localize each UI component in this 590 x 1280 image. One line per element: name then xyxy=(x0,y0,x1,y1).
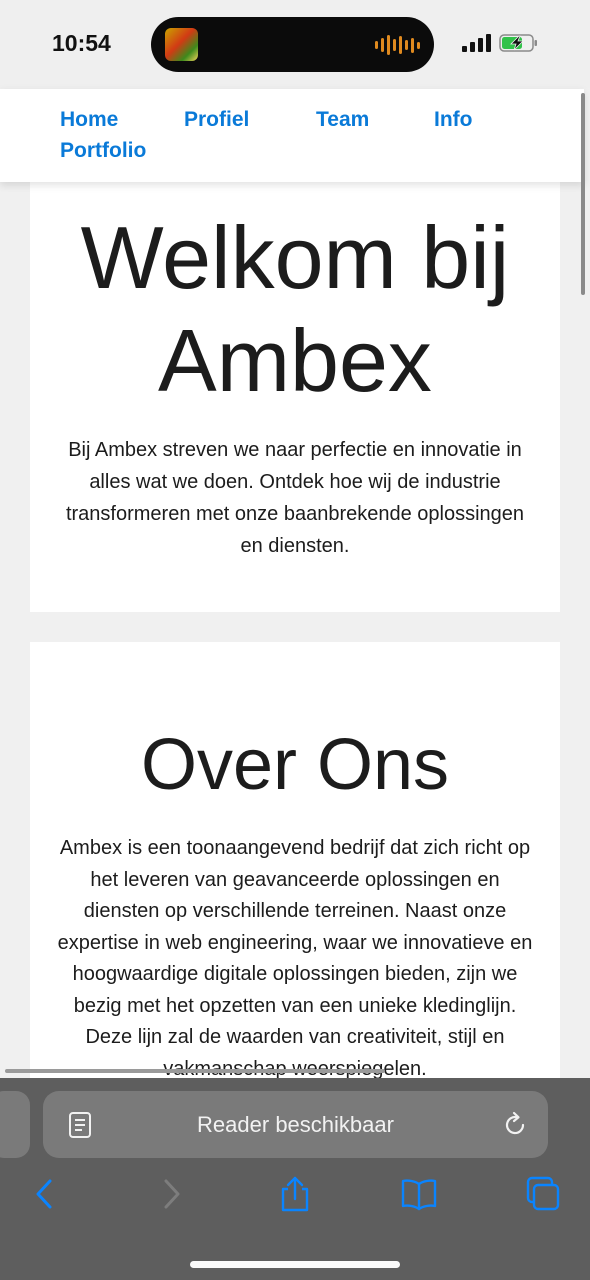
now-playing-artwork xyxy=(165,28,198,61)
about-section: Over Ons Ambex is een toonaangevend bedr… xyxy=(30,642,560,1142)
about-text: Ambex is een toonaangevend bedrijf dat z… xyxy=(57,837,533,1080)
hero-title: Welkom bij Ambex xyxy=(80,208,510,410)
nav-link-team[interactable]: Team xyxy=(316,108,369,132)
tabs-icon[interactable] xyxy=(525,1175,561,1213)
address-bar-text: Reader beschikbaar xyxy=(197,1112,394,1137)
chevron-left-icon[interactable] xyxy=(28,1175,64,1213)
chevron-right-icon[interactable] xyxy=(154,1175,190,1213)
nav-link-home[interactable]: Home xyxy=(60,108,118,132)
nav-link-info[interactable]: Info xyxy=(434,108,472,132)
status-bar: 10:54 xyxy=(0,0,590,88)
nav-link-portfolio[interactable]: Portfolio xyxy=(60,139,146,163)
hero-section: Welkom bij Ambex Bij Ambex streven we na… xyxy=(30,176,560,612)
tab-swipe-indicator xyxy=(5,1069,385,1073)
status-time: 10:54 xyxy=(52,30,111,56)
about-title: Over Ons xyxy=(140,725,450,805)
page-scrollbar[interactable] xyxy=(581,93,585,295)
address-bar[interactable]: Reader beschikbaar xyxy=(43,1091,548,1158)
battery-charging-icon xyxy=(499,34,537,52)
home-indicator[interactable] xyxy=(190,1261,400,1268)
browser-toolbar: Reader beschikbaar xyxy=(0,1078,590,1280)
book-icon[interactable] xyxy=(401,1175,437,1213)
dynamic-island[interactable] xyxy=(151,17,434,72)
previous-tab-preview[interactable] xyxy=(0,1091,30,1158)
site-navigation: Home Profiel Team Info Portfolio xyxy=(0,89,584,182)
share-icon[interactable] xyxy=(277,1175,313,1213)
reload-icon[interactable] xyxy=(501,1111,529,1139)
hero-text: Bij Ambex streven we naar perfectie en i… xyxy=(65,439,525,557)
nav-link-profiel[interactable]: Profiel xyxy=(184,108,249,132)
cellular-signal-icon xyxy=(462,34,491,52)
audio-waveform-icon xyxy=(375,34,420,56)
